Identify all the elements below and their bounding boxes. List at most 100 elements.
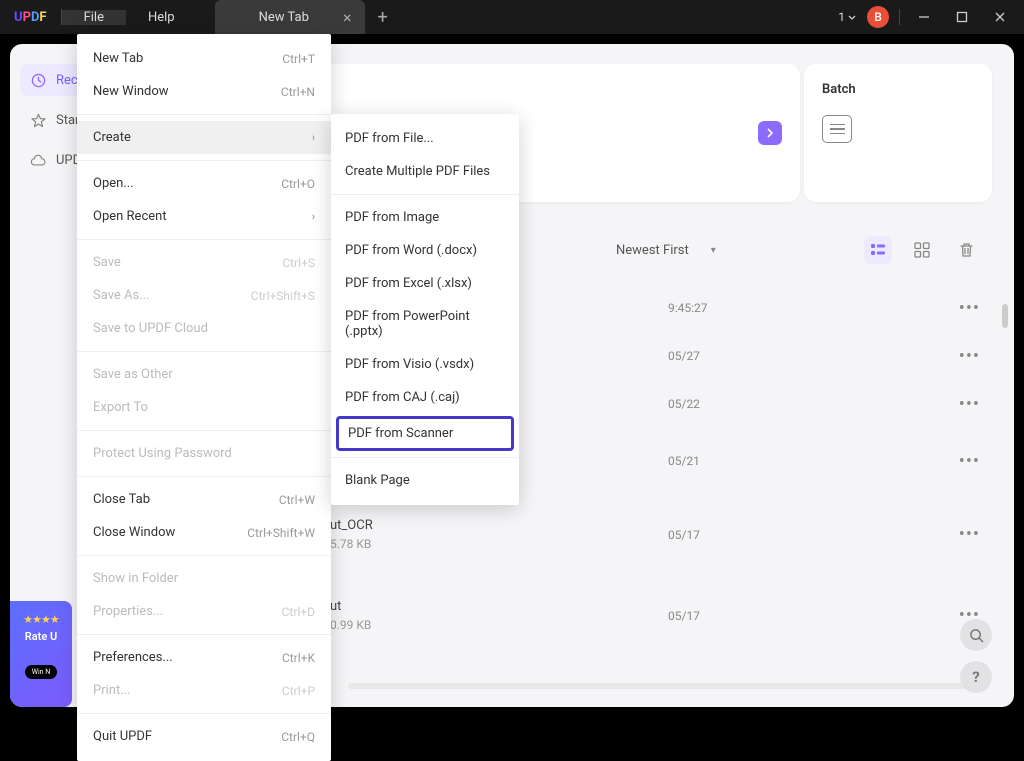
chevron-down-icon [847,12,857,22]
chevron-right-icon: › [312,131,315,144]
help-fab[interactable]: ? [960,661,992,693]
promo-text: Rate U [25,630,57,643]
menu-shortcut: Ctrl+D [282,605,315,619]
close-icon[interactable]: × [343,8,352,27]
menu-label: Save to UPDF Cloud [93,321,208,336]
file-date: 05/17 [668,609,700,623]
menu-separator [77,430,331,431]
menu-item-pdf-from-excel-xlsx[interactable]: PDF from Excel (.xlsx) [331,267,519,300]
menu-label: Close Tab [93,492,150,507]
account-count[interactable]: 1 [838,10,857,24]
menu-label: Quit UPDF [93,729,152,744]
file-date: 05/17 [668,528,700,542]
menu-item-open[interactable]: Open...Ctrl+O [77,167,331,200]
star-icon [30,112,46,128]
menu-separator [77,634,331,635]
menu-item-save-as-other: Save as Other [77,358,331,391]
view-grid-button[interactable] [908,236,936,264]
menu-item-pdf-from-caj-caj[interactable]: PDF from CAJ (.caj) [331,381,519,414]
menu-shortcut: Ctrl+N [281,85,315,99]
next-button[interactable] [758,121,782,145]
more-icon[interactable]: ••• [959,394,980,415]
chevron-down-icon: ▾ [711,245,716,256]
promo-pill: Win N [25,665,58,679]
file-name: ut [330,599,371,614]
menu-label: Save [93,255,121,270]
menu-item-create-multiple-pdf-files[interactable]: Create Multiple PDF Files [331,155,519,188]
menu-label: Print... [93,683,130,698]
file-size: 5.78 KB [330,537,373,551]
more-icon[interactable]: ••• [959,346,980,367]
menu-item-open-recent[interactable]: Open Recent› [77,200,331,233]
scrollbar-vertical[interactable] [1002,304,1008,328]
menu-item-export-to: Export To [77,391,331,424]
menu-item-new-tab[interactable]: New TabCtrl+T [77,42,331,75]
menu-label: New Window [93,84,169,99]
menu-separator [77,713,331,714]
file-row[interactable]: ut_OCR5.78 KB05/17••• [330,494,992,575]
file-row[interactable]: ut0.99 KB05/17••• [330,575,992,656]
search-icon [969,628,984,643]
menu-separator [77,555,331,556]
menu-help[interactable]: Help [126,10,197,25]
menu-shortcut: Ctrl+Q [281,730,315,744]
menu-item-new-window[interactable]: New Window Ctrl+N [77,75,331,108]
sidebar-item-label: Rec [56,73,78,88]
menu-item-pdf-from-scanner[interactable]: PDF from Scanner [336,416,514,451]
menu-label: Save As... [93,288,150,303]
close-button[interactable] [986,3,1014,31]
view-list-button[interactable] [864,236,892,264]
menu-shortcut: Ctrl+K [282,651,315,665]
menu-item-quit-updf[interactable]: Quit UPDF Ctrl+Q [77,720,331,753]
add-tab-button[interactable]: + [377,7,387,28]
minimize-button[interactable] [910,3,938,31]
clock-icon [30,72,46,88]
menu-item-pdf-from-visio-vsdx[interactable]: PDF from Visio (.vsdx) [331,348,519,381]
menu-item-properties: Properties... Ctrl+D [77,595,331,628]
menu-label: Export To [93,400,148,415]
maximize-button[interactable] [948,3,976,31]
menu-item-pdf-from-image[interactable]: PDF from Image [331,201,519,234]
menu-separator [77,114,331,115]
scrollbar-horizontal[interactable] [348,683,986,689]
menu-shortcut: Ctrl+Shift+S [251,289,315,303]
menu-file[interactable]: File [62,10,126,25]
menu-item-protect-using-password: Protect Using Password [77,437,331,470]
batch-icon [822,115,852,143]
sidebar-item-label: Star [56,113,79,128]
menu-item-print: Print...Ctrl+P [77,674,331,707]
menu-item-pdf-from-file[interactable]: PDF from File... [331,122,519,155]
menu-item-create[interactable]: Create› [77,121,331,154]
menu-item-blank-page[interactable]: Blank Page [331,464,519,497]
more-icon[interactable]: ••• [959,524,980,545]
titlebar: UPDF File Help New Tab × + 1 B [0,0,1024,34]
menu-item-pdf-from-powerpoint-pptx[interactable]: PDF from PowerPoint (.pptx) [331,300,519,348]
menu-item-pdf-from-word-docx[interactable]: PDF from Word (.docx) [331,234,519,267]
batch-card[interactable]: Batch [804,64,992,202]
batch-title: Batch [822,82,974,97]
delete-button[interactable] [952,236,980,264]
app-logo: UPDF [0,10,61,25]
file-date: 9:45:27 [668,301,708,315]
avatar[interactable]: B [867,6,889,28]
search-fab[interactable] [960,619,992,651]
menu-label: Preferences... [93,650,173,665]
file-date: 05/21 [668,454,700,468]
menu-item-close-tab[interactable]: Close Tab Ctrl+W [77,483,331,516]
menu-item-close-window[interactable]: Close WindowCtrl+Shift+W [77,516,331,549]
promo-banner[interactable]: ★★★★ Rate U Win N [10,601,72,707]
menu-item-preferences[interactable]: Preferences... Ctrl+K [77,641,331,674]
file-date: 05/27 [668,349,700,363]
menu-label: Open Recent [93,209,167,224]
tab-new[interactable]: New Tab × [215,0,366,34]
menu-shortcut: Ctrl+W [279,493,315,507]
more-icon[interactable]: ••• [959,451,980,472]
sort-dropdown[interactable]: Newest First ▾ [616,243,716,258]
menu-label: Properties... [93,604,163,619]
menu-label: Close Window [93,525,175,540]
menu-separator [331,194,519,195]
tab-title: New Tab [259,10,309,25]
file-date: 05/22 [668,397,700,411]
menu-item-show-in-folder: Show in Folder [77,562,331,595]
more-icon[interactable]: ••• [959,298,980,319]
